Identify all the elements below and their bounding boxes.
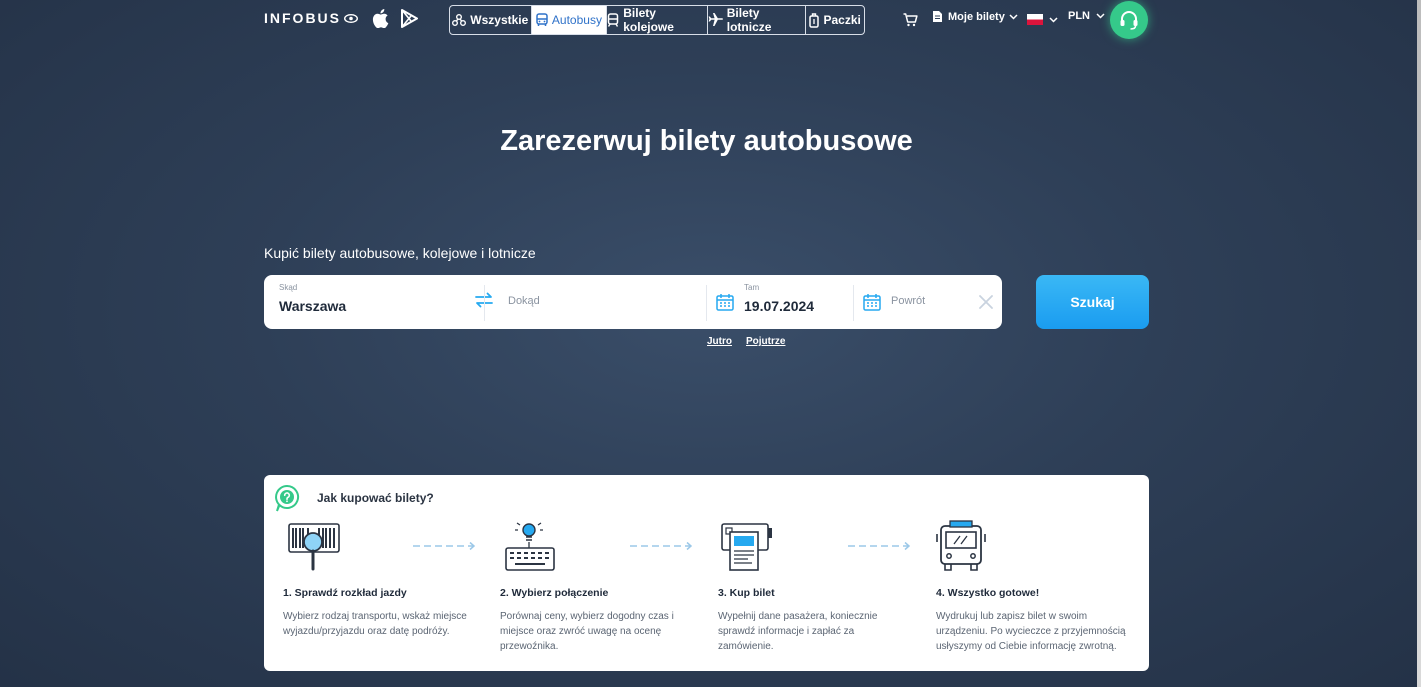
step-schedule: 1. Sprawdź rozkład jazdy Wybierz rodzaj …	[283, 520, 473, 639]
how-to-buy-card: Jak kupować bilety? 1. Sprawdź rozkład j…	[264, 475, 1149, 671]
search-subtitle: Kupić bilety autobusowe, kolejowe i lotn…	[264, 245, 536, 261]
tab-parcels[interactable]: Paczki	[806, 6, 864, 34]
ticket-printer-icon	[721, 523, 772, 571]
chevron-down-icon	[1009, 13, 1018, 20]
language-selector[interactable]	[1027, 14, 1058, 25]
arrow-right-icon	[413, 541, 476, 551]
chevron-down-icon	[1096, 13, 1105, 19]
date-label: Tam	[744, 283, 760, 292]
step-title: 3. Kup bilet	[718, 587, 775, 599]
my-tickets-label: Moje bilety	[948, 10, 1005, 23]
from-value: Warszawa	[279, 298, 347, 314]
tab-trains[interactable]: Bilety kolejowe	[607, 6, 708, 34]
step-title: 4. Wszystko gotowe!	[936, 587, 1040, 599]
package-icon	[809, 12, 820, 28]
bus-front-icon	[936, 520, 986, 571]
search-button[interactable]: Szukaj	[1036, 275, 1149, 329]
step-text: Wypełnij dane pasażera, koniecznie spraw…	[718, 611, 878, 652]
tab-flights-label: Bilety lotnicze	[726, 6, 772, 34]
calendar-icon	[716, 294, 734, 311]
ticket-icon	[933, 11, 942, 22]
logo[interactable]: INFOBUS	[264, 10, 358, 26]
plane-icon	[708, 13, 723, 26]
step-text: Wydrukuj lub zapisz bilet w swoim urządz…	[936, 611, 1126, 652]
tomorrow-link[interactable]: Jutro	[707, 336, 732, 347]
currency-selector[interactable]: PLN	[1068, 10, 1105, 22]
search-form: Skąd Warszawa Dokąd Tam 19.07.2024 Powró…	[264, 275, 1002, 329]
page-title: Zarezerwuj bilety autobusowe	[500, 125, 913, 157]
from-label: Skąd	[279, 283, 298, 292]
return-placeholder: Powrót	[891, 295, 926, 307]
tab-buses[interactable]: Autobusy	[531, 6, 608, 34]
logo-eye-icon	[344, 13, 358, 23]
support-button[interactable]	[1110, 1, 1148, 39]
tab-parcels-label: Paczki	[823, 13, 861, 27]
tab-trains-label: Bilety kolejowe	[623, 6, 674, 34]
apple-icon[interactable]	[372, 9, 389, 28]
poland-flag-icon	[1027, 14, 1043, 25]
bus-icon	[536, 13, 548, 26]
keyboard-lightbulb-icon	[505, 522, 555, 571]
routes-icon	[452, 14, 467, 26]
google-play-icon[interactable]	[401, 9, 418, 28]
step-title: 1. Sprawdź rozkład jazdy	[283, 587, 407, 599]
chevron-down-icon	[1049, 16, 1058, 23]
my-tickets-menu[interactable]: Moje bilety	[931, 10, 1018, 23]
clear-icon[interactable]	[979, 295, 993, 309]
arrow-right-icon	[630, 541, 693, 551]
to-placeholder: Dokąd	[508, 295, 540, 307]
transport-tabs: Wszystkie Autobusy Bilety kolejowe Bilet…	[449, 5, 865, 35]
tab-buses-label: Autobusy	[551, 13, 602, 27]
currency-label: PLN	[1068, 10, 1090, 22]
step-text: Porównaj ceny, wybierz dogodny czas i mi…	[500, 611, 674, 652]
from-field[interactable]: Skąd Warszawa	[264, 275, 484, 329]
how-to-buy-title: Jak kupować bilety?	[317, 491, 434, 505]
cart-icon[interactable]	[903, 13, 918, 27]
train-icon	[608, 13, 619, 27]
to-field[interactable]: Dokąd	[496, 275, 704, 329]
calendar-icon	[863, 294, 881, 311]
day-after-tomorrow-link[interactable]: Pojutrze	[746, 336, 785, 347]
arrow-right-icon	[848, 541, 911, 551]
logo-text: INFOBUS	[264, 10, 341, 26]
return-date-field[interactable]: Powrót	[881, 275, 971, 329]
page-scrollbar[interactable]	[1417, 0, 1421, 687]
question-icon	[275, 485, 299, 512]
step-ready: 4. Wszystko gotowe! Wydrukuj lub zapisz …	[936, 520, 1126, 654]
scrollbar-thumb[interactable]	[1417, 0, 1421, 240]
tab-all-label: Wszystkie	[470, 13, 529, 27]
tab-flights[interactable]: Bilety lotnicze	[708, 6, 807, 34]
date-value: 19.07.2024	[744, 298, 815, 314]
tab-all[interactable]: Wszystkie	[450, 6, 532, 34]
step-title: 2. Wybierz połączenie	[500, 587, 609, 599]
departure-date-field[interactable]: Tam 19.07.2024	[734, 275, 844, 329]
barcode-search-icon	[288, 523, 340, 571]
headset-icon	[1120, 11, 1138, 30]
step-text: Wybierz rodzaj transportu, wskaż miejsce…	[283, 611, 467, 637]
